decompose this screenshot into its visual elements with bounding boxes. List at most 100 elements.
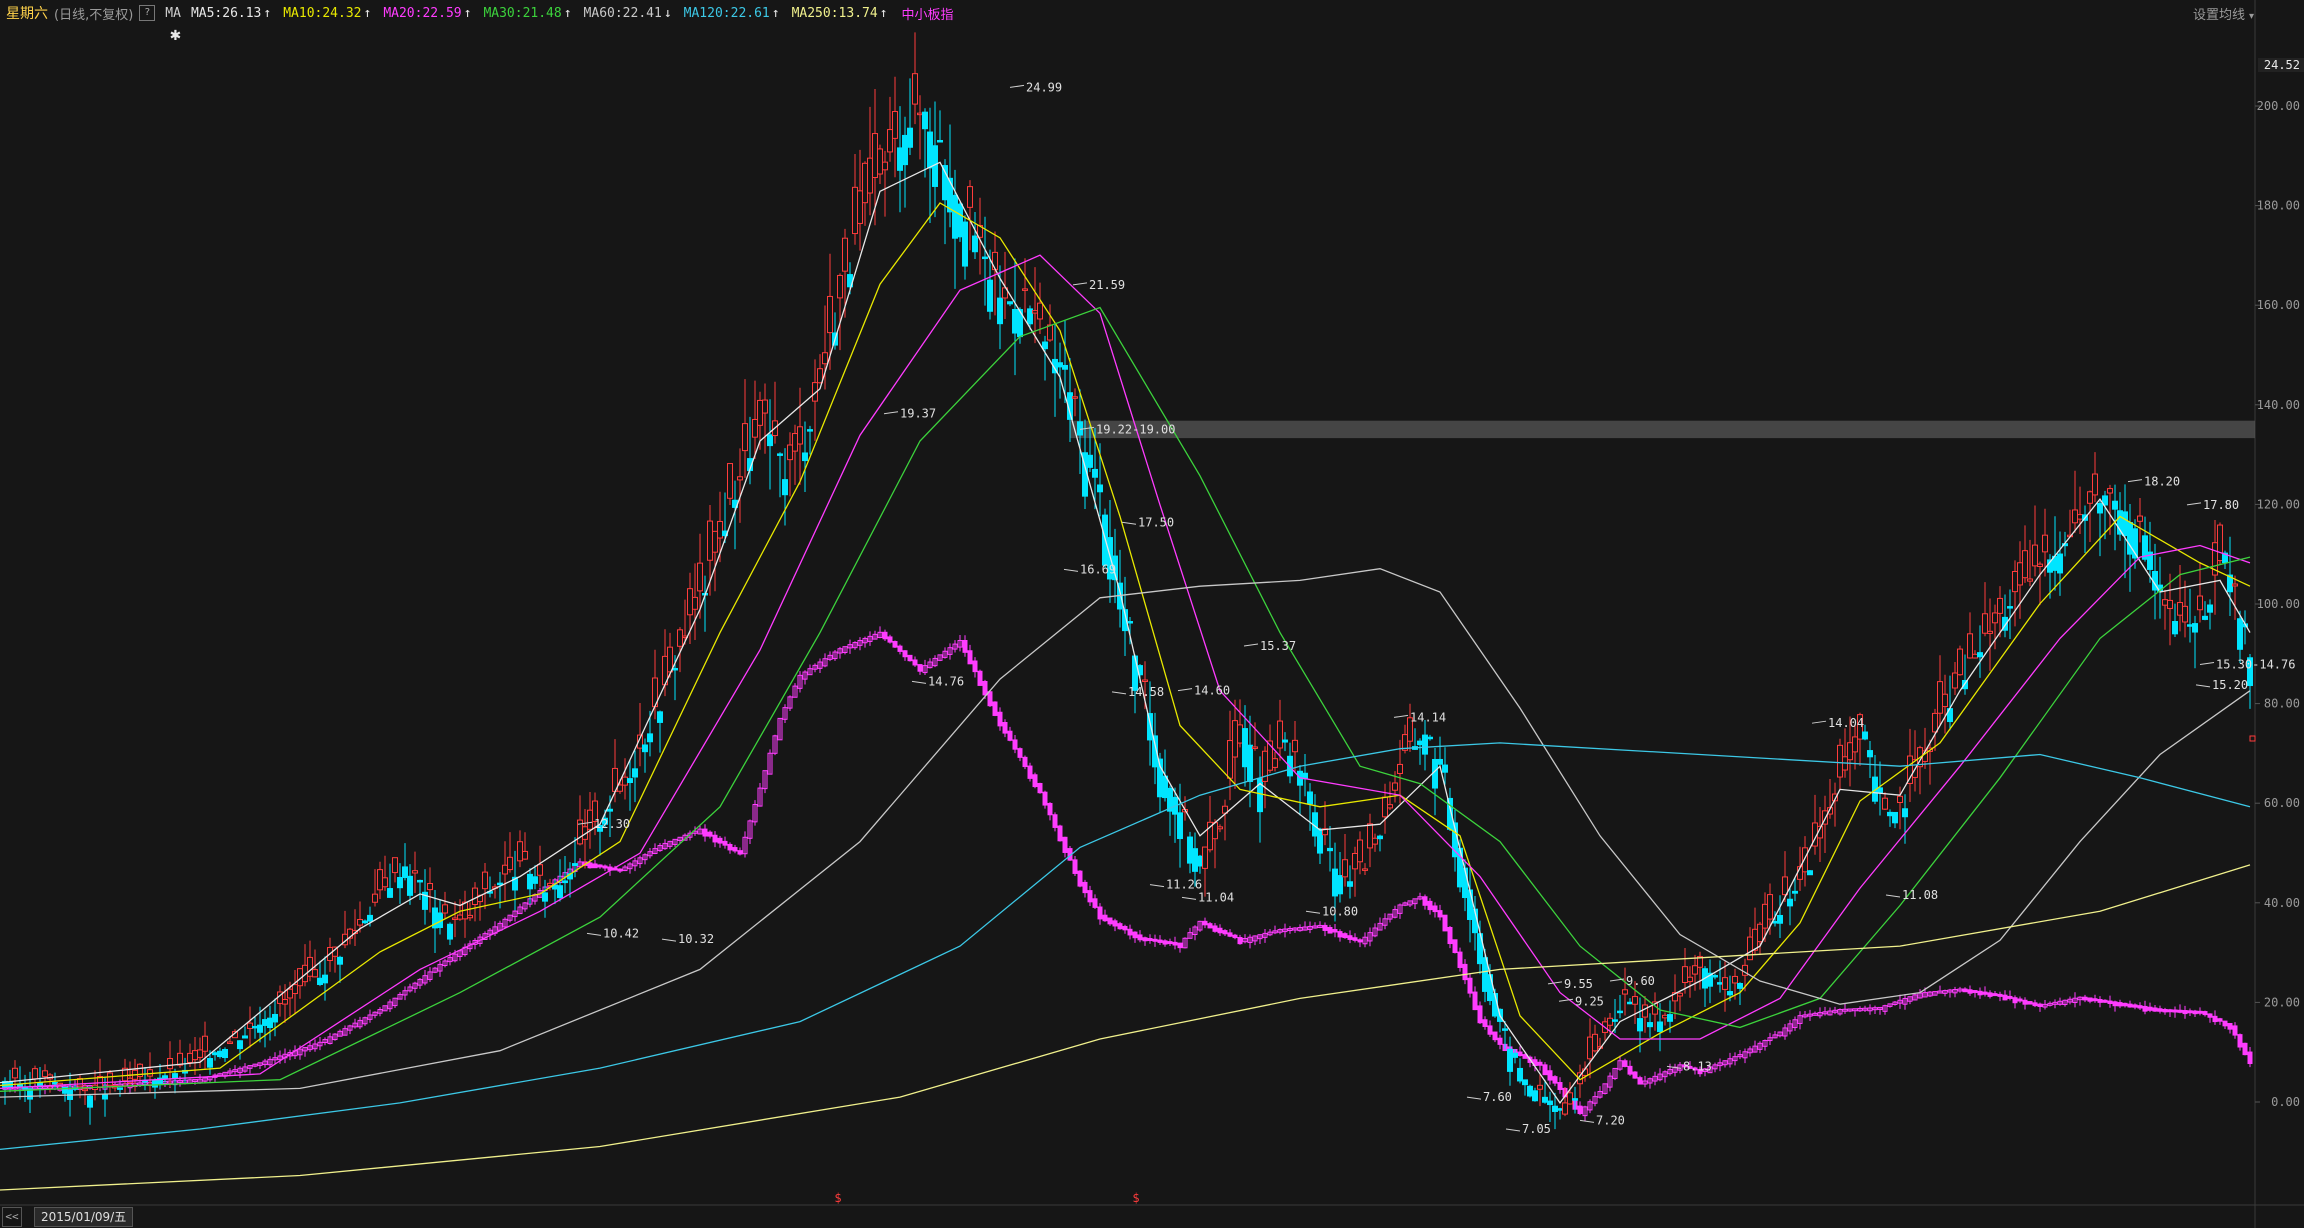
index-candle [2167,1009,2173,1013]
price-annotation: 19.37 [900,407,936,421]
annotation-pointer [2127,479,2143,483]
price-candle [607,808,613,812]
price-candle [1682,966,1688,983]
price-candle [1542,1096,1548,1103]
index-candle [902,650,908,658]
price-candle [2092,473,2098,496]
index-candle [1977,990,1983,996]
price-candle [177,1052,183,1066]
index-candle [2177,1009,2183,1013]
index-candle [1357,939,1363,943]
price-candle [527,873,533,890]
price-candle [1787,898,1793,907]
price-candle [1627,1001,1633,1005]
price-candle [1232,720,1238,758]
price-candle [1987,630,1993,634]
price-candle [272,1013,278,1023]
price-candle [1877,787,1883,794]
price-candle [892,111,898,139]
price-candle [1177,812,1183,840]
price-candle [757,399,763,426]
annotation-pointer [1505,1128,1521,1132]
price-annotation: 21.59 [1089,278,1125,292]
price-candle [1952,672,1958,689]
price-candle [937,140,943,143]
price-candle [712,530,718,553]
axis-tick-label: 200.00 [2257,99,2300,113]
price-candle [1077,421,1083,436]
index-candle [2082,996,2088,1001]
scroll-left-button[interactable]: << [2,1207,22,1227]
index-candle [587,862,593,869]
price-candle [647,733,653,743]
index-candle [2092,998,2098,1002]
index-candle [972,660,978,673]
price-candle [1847,742,1853,761]
index-candle [737,850,743,855]
index-candle [2217,1018,2223,1022]
index-candle [1492,1031,1498,1041]
price-candle [387,888,393,898]
price-candle [117,1087,123,1090]
price-annotation: 10.42 [603,926,639,940]
price-candle [12,1067,18,1079]
price-candle [1047,324,1053,341]
index-candle [1462,963,1468,981]
index-candle [1112,920,1118,927]
price-candle [1997,597,2003,614]
price-candle [1902,808,1908,818]
price-candle [902,134,908,166]
index-candle [1137,934,1143,941]
index-candle [2222,1020,2228,1027]
price-annotation: 9.55 [1564,977,1593,991]
index-candle [2087,997,2093,1002]
price-annotation: 10.32 [678,932,714,946]
price-candle [392,857,398,874]
price-candle [192,1050,198,1061]
price-annotation: 10.80 [1322,904,1358,918]
annotation-pointer [1009,84,1025,88]
price-candle [1802,847,1808,873]
price-candle [2087,491,2093,504]
price-annotation: 14.14 [1410,710,1446,724]
index-candle [1452,939,1458,954]
index-candle [1962,988,1968,993]
candlestick-chart[interactable]: 200.00 180.00 160.00 140.00 120.00 100.00 80.0… [0,0,2304,1228]
price-candle [1247,744,1253,782]
price-candle [897,147,903,171]
index-candle [2172,1009,2178,1013]
price-candle [1367,823,1373,849]
price-candle [972,235,978,253]
index-candle [1342,933,1348,939]
index-candle [1097,906,1103,920]
price-candle [1717,982,1723,985]
index-candle [2097,999,2103,1003]
price-candle [2122,511,2128,537]
index-candle [1472,991,1478,1011]
axis-tick-label: 60.00 [2264,796,2300,810]
price-candle [472,887,478,905]
index-candle [1012,739,1018,750]
index-candle [1102,914,1108,922]
index-candle [1987,992,1993,997]
price-candle [1657,1021,1663,1033]
price-candle [857,190,863,224]
price-candle [727,463,733,499]
price-candle [507,856,513,871]
price-candle [377,869,383,891]
index-candle [1077,870,1083,887]
price-candle [152,1079,158,1088]
price-candle [822,352,828,365]
index-candle [1517,1051,1523,1057]
price-annotation: 14.76 [928,674,964,688]
index-candle [1992,993,1998,997]
price-candle [2097,503,2103,514]
index-candle [1477,1005,1483,1024]
price-candle [207,1058,213,1068]
price-candle [752,418,758,438]
ma-line-ma120 [0,742,2251,1151]
price-candle [717,520,723,539]
index-candle [1322,924,1328,931]
price-candle [242,1035,248,1039]
price-candle [212,1052,218,1056]
